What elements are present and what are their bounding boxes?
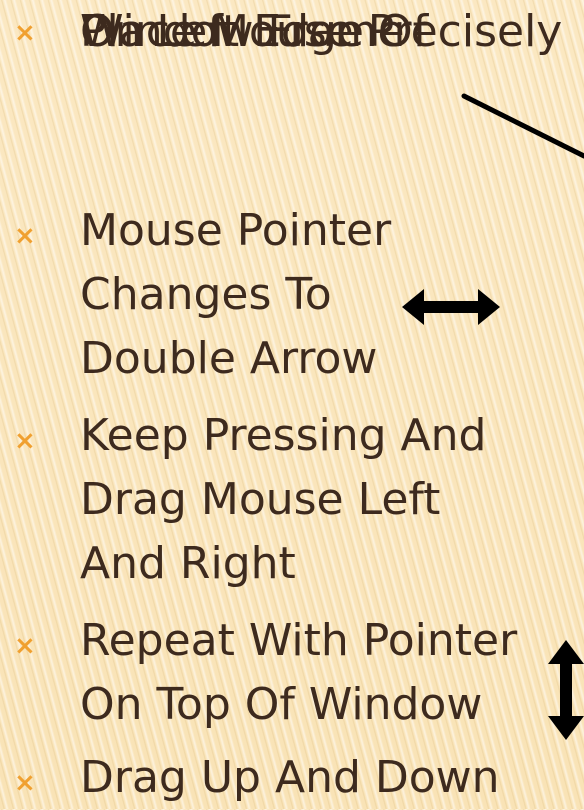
- bullet-text-line: Changes To: [80, 269, 332, 320]
- pointer-line-icon: [461, 93, 584, 159]
- bullet-text-line: Drag Mouse Left: [80, 474, 441, 525]
- bullet-text-line: Double Arrow: [80, 333, 378, 384]
- bullet-text-line: And Right: [80, 538, 296, 589]
- bullet-text-line: Repeat With Pointer: [80, 615, 518, 666]
- bullet-text-line: Keep Pressing And: [80, 410, 487, 461]
- bullet-marker-icon: ×: [14, 18, 36, 48]
- slide: × Place Mouse Precisely On Left Edge Of …: [0, 0, 584, 809]
- horizontal-double-arrow-icon: [402, 289, 500, 325]
- bullet-marker-icon: ×: [14, 426, 36, 456]
- bullet-text-line: Window Frame: [80, 6, 405, 57]
- bullet-marker-icon: ×: [14, 631, 36, 661]
- bullet-text-line: Mouse Pointer: [80, 205, 392, 256]
- vertical-double-arrow-icon: [548, 640, 584, 740]
- bullet-text-line: On Top Of Window: [80, 679, 483, 730]
- bullet-marker-icon: ×: [14, 768, 36, 798]
- bullet-marker-icon: ×: [14, 221, 36, 251]
- bullet-text-line: Drag Up And Down: [80, 752, 500, 803]
